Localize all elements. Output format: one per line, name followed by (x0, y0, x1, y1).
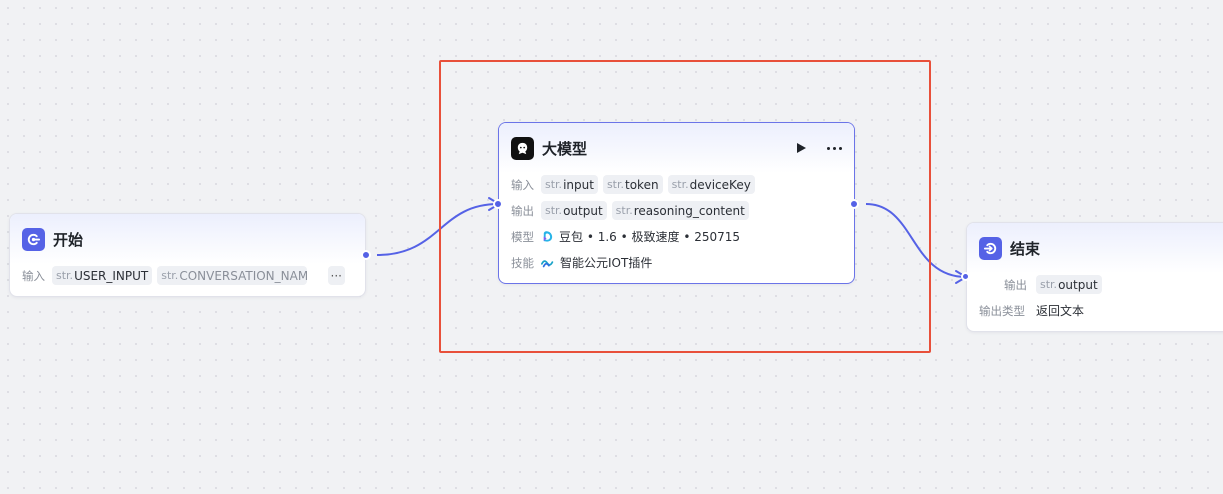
llm-skill-label: 技能 (511, 255, 534, 270)
variable-name: token (625, 177, 659, 192)
llm-output-port[interactable] (849, 199, 859, 209)
variable-name: reasoning_content (633, 203, 745, 218)
llm-input-tag[interactable]: str. token (602, 175, 663, 194)
start-input-row: 输入 str. USER_INPUT str. CONVERSATION_NAM… (10, 266, 365, 285)
type-prefix: str. (1040, 278, 1058, 291)
variable-name: CONVERSATION_NAME (179, 268, 308, 283)
llm-node[interactable]: 大模型 输入 str. input str. token str. device… (498, 122, 855, 284)
type-prefix: str. (615, 204, 633, 217)
end-icon (979, 236, 1002, 260)
type-prefix: str. (671, 178, 689, 191)
llm-input-tag[interactable]: str. deviceKey (667, 175, 755, 194)
end-output-row: 输出 str. output (979, 275, 1223, 294)
start-node-header: 开始 (10, 214, 365, 264)
llm-input-row: 输入 str. input str. token str. deviceKey (511, 175, 842, 194)
llm-skill-value: 智能公元IOT插件 (560, 256, 653, 270)
variable-name: input (563, 177, 594, 192)
llm-input-tag[interactable]: str. input (541, 175, 598, 194)
end-node-title: 结束 (1010, 239, 1041, 258)
llm-model-value: 豆包 • 1.6 • 极致速度 • 250715 (559, 230, 741, 244)
llm-input-port[interactable] (493, 199, 503, 209)
start-node-title: 开始 (53, 230, 84, 249)
start-output-port[interactable] (361, 250, 371, 260)
llm-output-tag[interactable]: str. output (541, 201, 607, 220)
type-prefix: str. (161, 269, 179, 282)
llm-node-header: 大模型 (499, 123, 854, 173)
start-input-label: 输入 (22, 268, 45, 283)
variable-name: output (563, 203, 603, 218)
end-output-label: 输出 (1004, 277, 1027, 292)
llm-output-label: 输出 (511, 203, 534, 218)
llm-node-title: 大模型 (542, 139, 588, 158)
type-prefix: str. (545, 178, 563, 191)
start-input-tag[interactable]: str. USER_INPUT (52, 266, 153, 285)
end-output-tag[interactable]: str. output (1036, 275, 1102, 294)
llm-skill-row: 技能 智能公元IOT插件 (511, 253, 842, 272)
llm-input-label: 输入 (511, 177, 534, 192)
end-output-type-value: 返回文本 (1036, 304, 1085, 318)
more-icon[interactable] (827, 146, 842, 150)
variable-name: output (1058, 277, 1098, 292)
llm-output-tag[interactable]: str. reasoning_content (611, 201, 749, 220)
llm-model-row: 模型 豆包 • 1.6 • 极致速度 • 250715 (511, 227, 842, 246)
more-inputs-button[interactable]: ··· (327, 266, 345, 285)
type-prefix: str. (56, 269, 74, 282)
start-node[interactable]: 开始 输入 str. USER_INPUT str. CONVERSATION_… (9, 213, 366, 297)
end-output-type-label: 输出类型 (979, 303, 1025, 318)
type-prefix: str. (606, 178, 624, 191)
end-output-type-row: 输出类型 返回文本 (979, 301, 1223, 320)
end-node-header: 结束 (967, 223, 1223, 273)
variable-name: deviceKey (689, 177, 751, 192)
doubao-logo-icon (541, 230, 554, 243)
llm-output-row: 输出 str. output str. reasoning_content (511, 201, 842, 220)
variable-name: USER_INPUT (74, 268, 149, 283)
type-prefix: str. (545, 204, 563, 217)
plugin-icon (541, 257, 555, 269)
play-icon[interactable] (795, 142, 807, 154)
llm-model-icon (511, 136, 534, 160)
start-input-tag[interactable]: str. CONVERSATION_NAME (157, 266, 308, 285)
end-input-port[interactable] (961, 272, 970, 281)
end-node[interactable]: 结束 输出 str. output 输出类型 返回文本 (966, 222, 1223, 332)
llm-model-label: 模型 (511, 229, 534, 244)
start-icon (22, 227, 45, 251)
